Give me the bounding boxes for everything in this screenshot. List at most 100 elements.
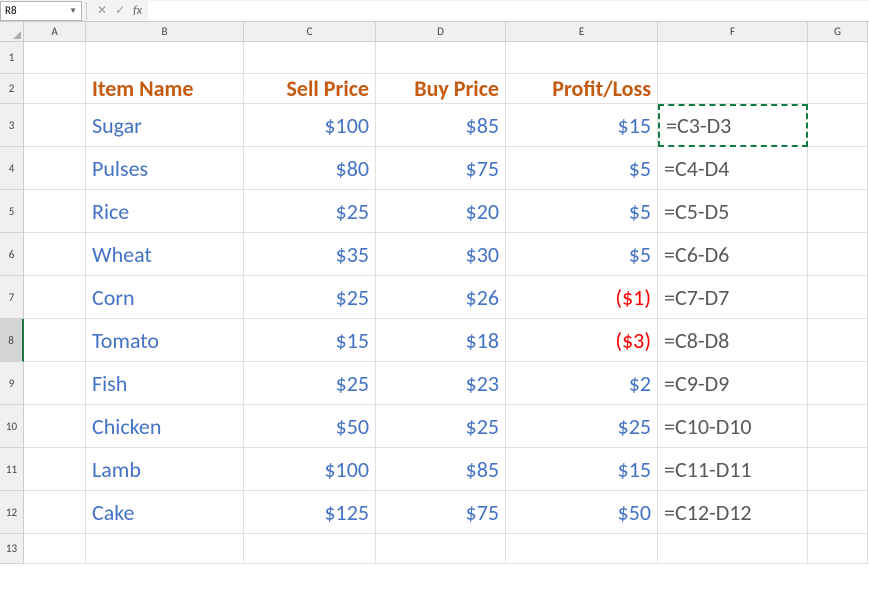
cell-B2[interactable]: Item Name (86, 74, 244, 104)
cell-G13[interactable] (808, 534, 868, 564)
cell-B4[interactable]: Pulses (86, 147, 244, 190)
cell-C7[interactable]: $25 (244, 276, 376, 319)
cell-C2[interactable]: Sell Price (244, 74, 376, 104)
cell-B5[interactable]: Rice (86, 190, 244, 233)
cell-D9[interactable]: $23 (376, 362, 506, 405)
cell-C4[interactable]: $80 (244, 147, 376, 190)
row-header-8[interactable]: 8 (0, 319, 24, 362)
cell-F3[interactable]: =C3-D3 (658, 104, 808, 147)
cell-D8[interactable]: $18 (376, 319, 506, 362)
cell-F10[interactable]: =C10-D10 (658, 405, 808, 448)
fx-icon[interactable]: fx (133, 4, 142, 18)
cell-B13[interactable] (86, 534, 244, 564)
chevron-down-icon[interactable]: ▼ (69, 6, 77, 16)
column-header-G[interactable]: G (808, 22, 868, 42)
cell-G7[interactable] (808, 276, 868, 319)
cell-G10[interactable] (808, 405, 868, 448)
cell-F4[interactable]: =C4-D4 (658, 147, 808, 190)
cell-G3[interactable] (808, 104, 868, 147)
cell-A6[interactable] (24, 233, 86, 276)
cell-A4[interactable] (24, 147, 86, 190)
cell-C6[interactable]: $35 (244, 233, 376, 276)
column-header-F[interactable]: F (658, 22, 808, 42)
cell-F5[interactable]: =C5-D5 (658, 190, 808, 233)
cell-A9[interactable] (24, 362, 86, 405)
cell-E3[interactable]: $15 (506, 104, 658, 147)
cell-C5[interactable]: $25 (244, 190, 376, 233)
cell-D6[interactable]: $30 (376, 233, 506, 276)
column-header-E[interactable]: E (506, 22, 658, 42)
row-header-10[interactable]: 10 (0, 405, 24, 448)
cell-D3[interactable]: $85 (376, 104, 506, 147)
cell-E11[interactable]: $15 (506, 448, 658, 491)
cell-E1[interactable] (506, 42, 658, 74)
cell-F2[interactable] (658, 74, 808, 104)
cell-E10[interactable]: $25 (506, 405, 658, 448)
cell-C8[interactable]: $15 (244, 319, 376, 362)
cell-B8[interactable]: Tomato (86, 319, 244, 362)
cell-A12[interactable] (24, 491, 86, 534)
row-header-3[interactable]: 3 (0, 104, 24, 147)
cell-C11[interactable]: $100 (244, 448, 376, 491)
cell-A3[interactable] (24, 104, 86, 147)
row-header-9[interactable]: 9 (0, 362, 24, 405)
cell-C1[interactable] (244, 42, 376, 74)
cell-D1[interactable] (376, 42, 506, 74)
row-header-2[interactable]: 2 (0, 74, 24, 104)
cell-C13[interactable] (244, 534, 376, 564)
cell-D7[interactable]: $26 (376, 276, 506, 319)
column-header-A[interactable]: A (24, 22, 86, 42)
row-header-1[interactable]: 1 (0, 42, 24, 74)
cell-E6[interactable]: $5 (506, 233, 658, 276)
cell-D5[interactable]: $20 (376, 190, 506, 233)
cell-A10[interactable] (24, 405, 86, 448)
column-header-B[interactable]: B (86, 22, 244, 42)
cell-D12[interactable]: $75 (376, 491, 506, 534)
cell-G12[interactable] (808, 491, 868, 534)
cell-G9[interactable] (808, 362, 868, 405)
cell-C10[interactable]: $50 (244, 405, 376, 448)
cell-F9[interactable]: =C9-D9 (658, 362, 808, 405)
row-header-4[interactable]: 4 (0, 147, 24, 190)
cell-E2[interactable]: Profit/Loss (506, 74, 658, 104)
cell-B11[interactable]: Lamb (86, 448, 244, 491)
cell-F7[interactable]: =C7-D7 (658, 276, 808, 319)
cell-E4[interactable]: $5 (506, 147, 658, 190)
cell-G1[interactable] (808, 42, 868, 74)
cell-G5[interactable] (808, 190, 868, 233)
cell-G8[interactable] (808, 319, 868, 362)
cell-G11[interactable] (808, 448, 868, 491)
row-header-11[interactable]: 11 (0, 448, 24, 491)
row-header-7[interactable]: 7 (0, 276, 24, 319)
cell-G2[interactable] (808, 74, 868, 104)
cell-A5[interactable] (24, 190, 86, 233)
row-header-6[interactable]: 6 (0, 233, 24, 276)
cell-C9[interactable]: $25 (244, 362, 376, 405)
column-header-D[interactable]: D (376, 22, 506, 42)
cell-B9[interactable]: Fish (86, 362, 244, 405)
formula-input[interactable] (148, 1, 869, 21)
cell-A11[interactable] (24, 448, 86, 491)
cell-G4[interactable] (808, 147, 868, 190)
cell-E5[interactable]: $5 (506, 190, 658, 233)
row-header-13[interactable]: 13 (0, 534, 24, 564)
cell-C12[interactable]: $125 (244, 491, 376, 534)
cell-B3[interactable]: Sugar (86, 104, 244, 147)
cell-A1[interactable] (24, 42, 86, 74)
cell-B7[interactable]: Corn (86, 276, 244, 319)
cell-E12[interactable]: $50 (506, 491, 658, 534)
cell-B10[interactable]: Chicken (86, 405, 244, 448)
cell-F11[interactable]: =C11-D11 (658, 448, 808, 491)
cell-F1[interactable] (658, 42, 808, 74)
select-all-corner[interactable] (0, 22, 24, 42)
enter-icon[interactable]: ✓ (115, 3, 125, 18)
cell-C3[interactable]: $100 (244, 104, 376, 147)
cell-E9[interactable]: $2 (506, 362, 658, 405)
cell-A13[interactable] (24, 534, 86, 564)
cell-F13[interactable] (658, 534, 808, 564)
cell-A8[interactable] (24, 319, 86, 362)
cell-D11[interactable]: $85 (376, 448, 506, 491)
cell-E13[interactable] (506, 534, 658, 564)
row-header-5[interactable]: 5 (0, 190, 24, 233)
cell-D10[interactable]: $25 (376, 405, 506, 448)
